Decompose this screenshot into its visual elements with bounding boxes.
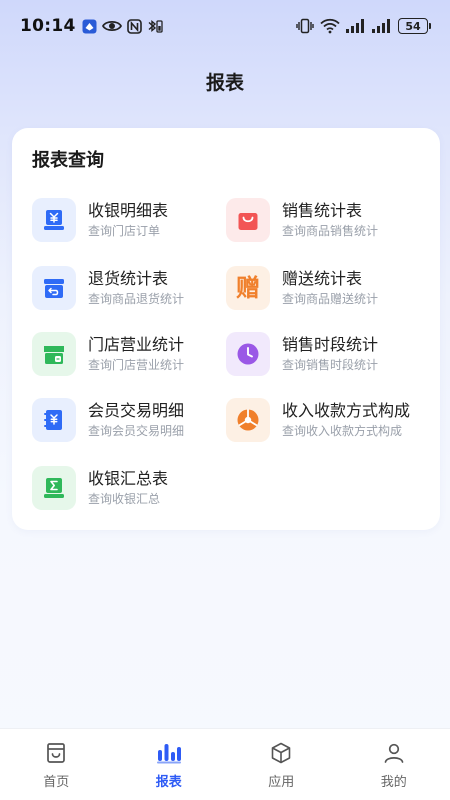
report-desc: 查询商品销售统计: [282, 224, 379, 238]
gift-char-icon: 赠: [236, 274, 260, 302]
report-desc: 查询销售时段统计: [282, 358, 379, 372]
report-desc: 查询会员交易明细: [88, 424, 185, 438]
report-name: 退货统计表: [88, 269, 169, 288]
report-name: 收银明细表: [88, 201, 169, 220]
report-icon-bg: [226, 332, 270, 376]
report-query-card: 报表查询 收银明细表 查询门店订单 销售统计表 查询商品销售统计 退货统计表 查…: [12, 128, 440, 530]
report-item-member-trade[interactable]: 会员交易明细 查询会员交易明细: [32, 392, 184, 448]
status-time: 10:14: [20, 16, 76, 36]
shopping-bag-icon: [238, 213, 258, 230]
status-right: 54: [296, 18, 431, 34]
report-item-cash-detail[interactable]: 收银明细表 查询门店订单: [32, 192, 168, 248]
report-desc: 查询门店订单: [88, 224, 161, 238]
report-item-return-stat[interactable]: 退货统计表 查询商品退货统计: [32, 260, 184, 316]
nav-label: 报表: [155, 775, 182, 790]
report-desc: 查询收银汇总: [88, 492, 161, 506]
nav-label: 应用: [268, 775, 295, 790]
page-title: 报表: [205, 72, 244, 94]
nfc-icon: [126, 18, 142, 34]
vibrate-icon: [296, 18, 314, 34]
pie-chart-icon: [237, 409, 259, 431]
report-icon-bg: 赠: [226, 266, 270, 310]
report-icon-bg: [32, 398, 76, 442]
report-chart-icon: [156, 744, 181, 764]
report-icon-bg: [226, 198, 270, 242]
report-item-store-business[interactable]: 门店营业统计 查询门店营业统计: [32, 326, 184, 382]
user-icon: [384, 743, 404, 763]
nav-item-apps[interactable]: 应用: [236, 729, 326, 800]
report-item-payment-method[interactable]: 收入收款方式构成 查询收入收款方式构成: [226, 392, 410, 448]
store-icon: [44, 346, 64, 364]
report-icon-bg: [32, 198, 76, 242]
cash-register-icon: [44, 210, 64, 230]
report-name: 赠送统计表: [282, 269, 363, 288]
report-name: 销售时段统计: [282, 335, 379, 354]
home-icon: [47, 743, 66, 763]
card-title: 报表查询: [32, 150, 104, 171]
eye-icon: [101, 20, 122, 32]
nav-item-home[interactable]: 首页: [11, 729, 101, 800]
status-left: 10:14: [20, 16, 163, 36]
report-item-sales-period[interactable]: 销售时段统计 查询销售时段统计: [226, 326, 378, 382]
summary-icon: [44, 478, 64, 498]
report-item-sales-stat[interactable]: 销售统计表 查询商品销售统计: [226, 192, 378, 248]
wifi-icon: [320, 18, 340, 34]
clock-icon: [237, 343, 259, 365]
report-name: 门店营业统计: [88, 335, 185, 354]
nav-label: 首页: [43, 775, 70, 790]
report-desc: 查询收入收款方式构成: [282, 424, 403, 438]
bluetooth-battery-icon: [148, 20, 163, 33]
report-icon-bg: [226, 398, 270, 442]
bottom-nav: 首页 报表 应用 我的: [0, 728, 450, 800]
signal-icon-sim1: [346, 19, 364, 33]
report-icon-bg: [32, 466, 76, 510]
signal-icon-sim2: [372, 19, 390, 33]
nav-item-profile[interactable]: 我的: [349, 729, 439, 800]
report-item-gift-stat[interactable]: 赠 赠送统计表 查询商品赠送统计: [226, 260, 378, 316]
status-notification-icons: [82, 18, 163, 34]
report-item-cash-summary[interactable]: 收银汇总表 查询收银汇总: [32, 460, 168, 516]
nav-item-reports[interactable]: 报表: [124, 729, 214, 800]
report-name: 会员交易明细: [88, 401, 185, 420]
report-name: 收银汇总表: [88, 469, 169, 488]
app-notification-icon: [82, 19, 97, 33]
report-desc: 查询商品赠送统计: [282, 292, 379, 306]
nav-label: 我的: [380, 775, 407, 790]
battery-icon: 54: [398, 18, 431, 34]
report-desc: 查询门店营业统计: [88, 358, 185, 372]
report-icon-bg: [32, 266, 76, 310]
status-bar: 10:14 54: [0, 0, 450, 52]
return-box-icon: [44, 279, 64, 298]
member-card-icon: [44, 410, 62, 430]
report-name: 收入收款方式构成: [282, 401, 411, 420]
report-desc: 查询商品退货统计: [88, 292, 185, 306]
report-icon-bg: [32, 332, 76, 376]
apps-cube-icon: [271, 742, 291, 764]
report-name: 销售统计表: [282, 201, 363, 220]
